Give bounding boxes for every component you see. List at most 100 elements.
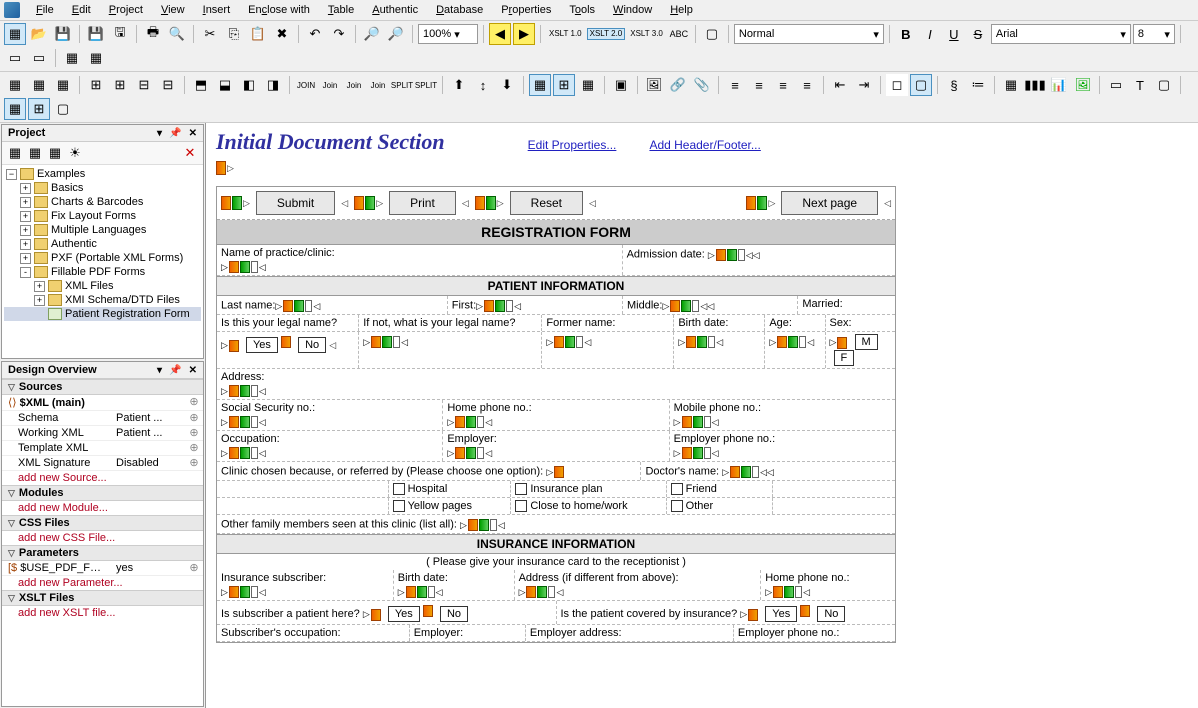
tb-layout2[interactable]: ▭ [28,47,50,69]
tb-link[interactable]: 🔗 [667,74,689,96]
tb-tbl1[interactable]: ▦ [4,74,26,96]
tb-align-m[interactable]: ↕ [472,74,494,96]
proj-tb-close[interactable]: ✕ [181,144,199,162]
menu-file[interactable]: File [28,2,62,18]
tree-item[interactable]: +PXF (Portable XML Forms) [4,251,201,265]
tb-indent-l[interactable]: ⇤ [829,74,851,96]
subpat-no[interactable]: No [440,606,468,622]
tb-chart[interactable]: 📊 [1048,74,1070,96]
tree-item[interactable]: +Authentic [4,237,201,251]
menu-authentic[interactable]: Authentic [364,2,426,18]
ov-add-xslt[interactable]: add new XSLT file... [2,606,203,620]
tb-sec[interactable]: § [943,74,965,96]
tb-save-as[interactable]: 🖫 [109,23,131,45]
menu-help[interactable]: Help [662,2,701,18]
menu-properties[interactable]: Properties [493,2,559,18]
tb-save[interactable]: 💾 [85,23,107,45]
tb-bold[interactable]: B [895,23,917,45]
tree-item[interactable]: +XML Files [4,279,201,293]
tb-tbl2[interactable]: ▦ [28,74,50,96]
chk-other[interactable] [671,500,683,512]
tb-style[interactable]: Normal▾ [734,24,884,44]
tb-tbl5[interactable]: ⊞ [109,74,131,96]
tb-find[interactable]: 🔎 [361,23,383,45]
tb-al-c[interactable]: ≡ [748,74,770,96]
ov-add-param[interactable]: add new Parameter... [2,576,203,590]
menu-table[interactable]: Table [320,2,362,18]
ov-css[interactable]: ▽CSS Files [2,515,203,531]
tb-align-t[interactable]: ⬆ [448,74,470,96]
tb-barcode[interactable]: ▮▮▮ [1024,74,1046,96]
ov-source-row[interactable]: SchemaPatient ...⊕ [2,411,203,426]
tb-misc-a[interactable]: ▣ [610,74,632,96]
tb-al-r[interactable]: ≡ [772,74,794,96]
ov-xslt[interactable]: ▽XSLT Files [2,590,203,606]
tb-undo[interactable]: ↶ [304,23,326,45]
tag-open3[interactable]: ▷ [475,196,504,210]
chk-yellow[interactable] [393,500,405,512]
tb-tbl9[interactable]: ⬓ [214,74,236,96]
tb-link2[interactable]: 📎 [691,74,713,96]
tb-bg[interactable]: ◻ [886,74,908,96]
tb-split1[interactable]: SPLIT [391,74,413,96]
tree-item[interactable]: +Basics [4,181,201,195]
tb-delete[interactable]: ✖ [271,23,293,45]
design-canvas[interactable]: Initial Document Section Edit Properties… [206,123,1198,708]
panel-pin-icon[interactable]: 📌 [169,128,181,139]
tb-xslt20[interactable]: XSLT 2.0 [587,28,626,40]
menu-edit[interactable]: Edit [64,2,99,18]
menu-database[interactable]: Database [428,2,491,18]
tb-save-all[interactable]: 💾 [52,23,74,45]
legal-no[interactable]: No [298,337,326,353]
covered-yes[interactable]: Yes [765,606,797,622]
tb-indent-r[interactable]: ⇥ [853,74,875,96]
tb-layout1[interactable]: ▭ [4,47,26,69]
proj-tb4[interactable]: ☀ [66,144,84,162]
legal-yes[interactable]: Yes [246,337,278,353]
tb-misc1[interactable]: ▢ [701,23,723,45]
proj-tb2[interactable]: ▦ [26,144,44,162]
tb-grid-a[interactable]: ▦ [529,74,551,96]
tb-tbl8[interactable]: ⬒ [190,74,212,96]
tb-find-next[interactable]: 🔎 [385,23,407,45]
chk-insurance[interactable] [515,483,527,495]
print-button[interactable]: Print [389,191,456,215]
ov-close-icon[interactable]: ✕ [189,365,197,376]
submit-button[interactable]: Submit [256,191,335,215]
tb-print[interactable]: 🖶 [142,23,164,45]
panel-dropdown-icon[interactable]: ▾ [157,128,162,139]
tb-box[interactable]: ▢ [1153,74,1175,96]
ov-param-icon[interactable]: ⊕ [185,561,203,575]
tb-tbl7[interactable]: ⊟ [157,74,179,96]
tb-paste[interactable]: 📋 [247,23,269,45]
tb-fontsize[interactable]: 8▾ [1133,24,1175,44]
tb-al-j[interactable]: ≡ [796,74,818,96]
ov-add-module[interactable]: add new Module... [2,501,203,515]
tree-item[interactable]: -Fillable PDF Forms [4,265,201,279]
menu-tools[interactable]: Tools [561,2,603,18]
ov-source-row[interactable]: Template XML⊕ [2,441,203,456]
tb-xslt10[interactable]: XSLT 1.0 [546,28,585,40]
tb-align-b[interactable]: ⬇ [496,74,518,96]
tree-item[interactable]: +Charts & Barcodes [4,195,201,209]
ov-source-row[interactable]: XML SignatureDisabled⊕ [2,456,203,471]
body-tag-open[interactable]: ▷ [216,161,234,175]
chk-friend[interactable] [671,483,683,495]
tree-item[interactable]: +Fix Layout Forms [4,209,201,223]
tb-cut[interactable]: ✂ [199,23,221,45]
panel-close-icon[interactable]: ✕ [189,128,197,139]
tb-join3[interactable]: Join [343,74,365,96]
subpat-yes[interactable]: Yes [388,606,420,622]
ov-add-css[interactable]: add new CSS File... [2,531,203,545]
ov-dropdown-icon[interactable]: ▾ [157,365,162,376]
tb-mode-a[interactable]: ▦ [4,98,26,120]
chk-hospital[interactable] [393,483,405,495]
ov-add-source[interactable]: add new Source... [2,471,203,485]
tb-grid1[interactable]: ▦ [61,47,83,69]
tb-grid2[interactable]: ▦ [85,47,107,69]
menu-view[interactable]: View [153,2,193,18]
tb-redo[interactable]: ↷ [328,23,350,45]
tb-join2[interactable]: Join [319,74,341,96]
tb-spellcheck[interactable]: ABC [668,23,690,45]
tb-nav-back[interactable]: ◀ [489,23,511,45]
